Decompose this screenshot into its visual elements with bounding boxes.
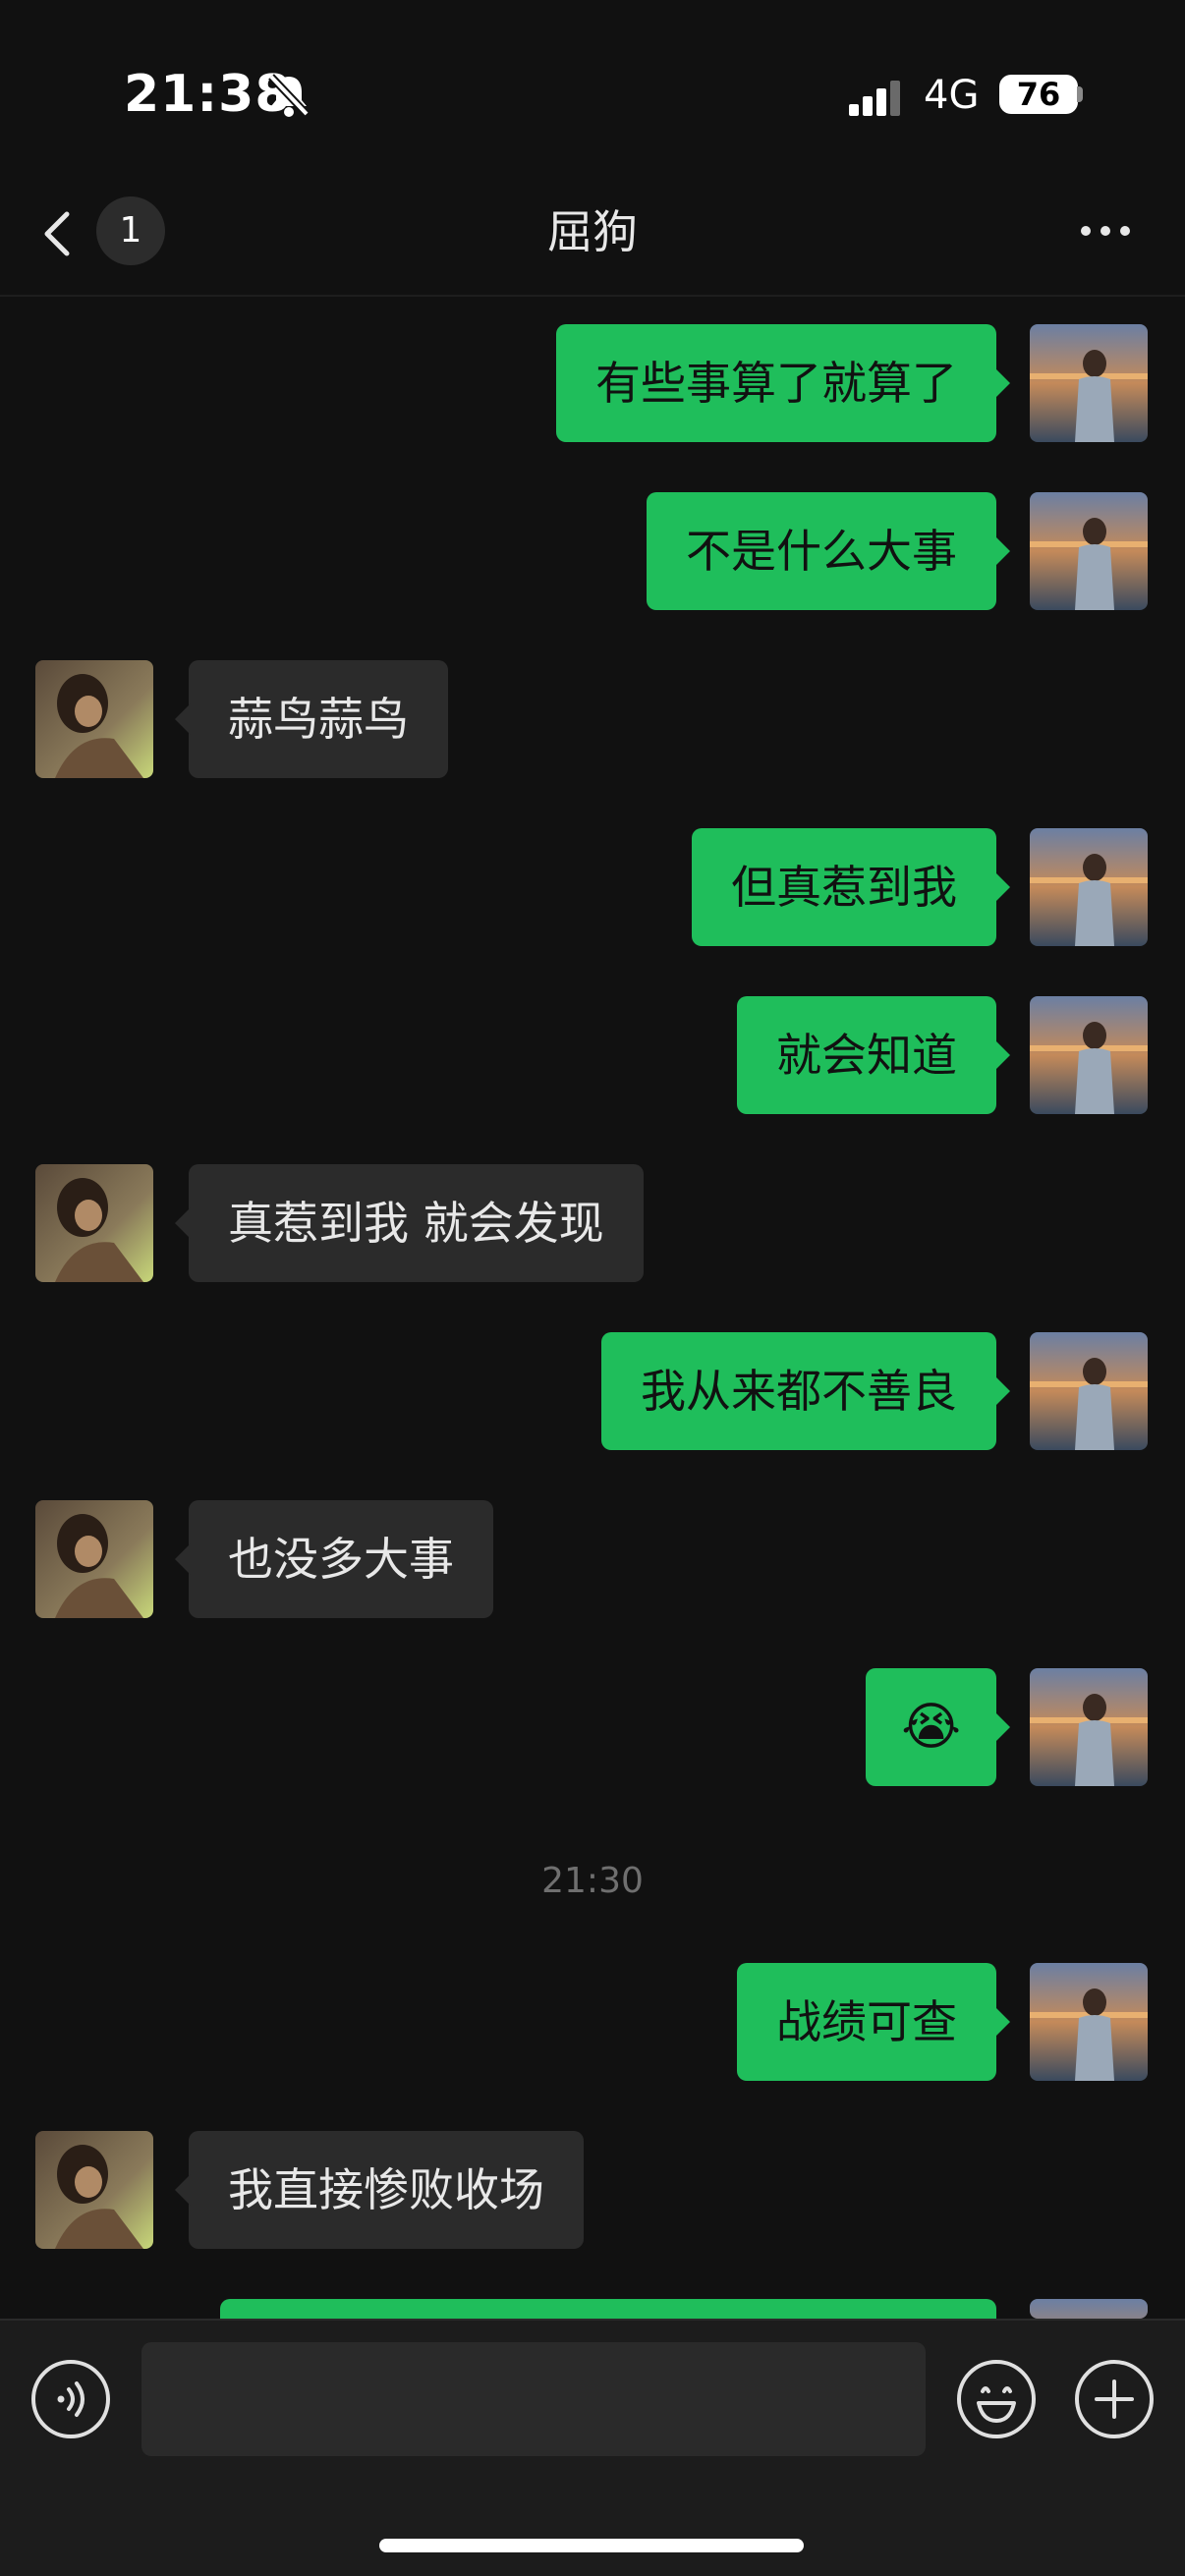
- unread-count-badge: 1: [96, 196, 165, 265]
- input-bar: [0, 2319, 1185, 2576]
- avatar-self-partial[interactable]: [1030, 2299, 1148, 2319]
- network-type: 4G: [924, 73, 980, 118]
- avatar-contact[interactable]: [35, 1500, 153, 1618]
- avatar-self[interactable]: [1030, 492, 1148, 610]
- avatar-contact-image: [35, 1500, 153, 1618]
- avatar-self-image: [1030, 2299, 1148, 2319]
- message-bubble-sent[interactable]: 我从来都不善良: [601, 1332, 1010, 1450]
- back-chevron-icon: [44, 211, 70, 256]
- avatar-self[interactable]: [1030, 1963, 1148, 2081]
- input-bar-divider: [0, 2319, 1185, 2321]
- chat-title: 屈狗: [547, 205, 638, 258]
- avatar-self-image: [1030, 1332, 1148, 1450]
- message-bubble-sent[interactable]: 就会知道: [737, 996, 1010, 1114]
- signal-icon: [849, 81, 900, 116]
- message-bubble-received[interactable]: 蒜鸟蒜鸟: [175, 660, 448, 778]
- message-bubble-sent[interactable]: 有些事算了就算了: [556, 324, 1010, 442]
- battery-tip: [1077, 86, 1083, 102]
- avatar-self[interactable]: [1030, 1332, 1148, 1450]
- battery-icon: 76: [999, 75, 1078, 114]
- more-dots-icon[interactable]: [1071, 206, 1140, 255]
- timestamp: 21:30: [541, 1861, 644, 1901]
- avatar-self-image: [1030, 324, 1148, 442]
- avatar-self-image: [1030, 996, 1148, 1114]
- avatar-contact-image: [35, 1164, 153, 1282]
- message-bubble-received[interactable]: 也没多大事: [175, 1500, 493, 1618]
- avatar-contact-image: [35, 2131, 153, 2249]
- message-bubble-sent[interactable]: 战绩可查: [737, 1963, 1010, 2081]
- plus-icon[interactable]: [1073, 2358, 1156, 2440]
- message-bubble-received[interactable]: 我直接惨败收场: [175, 2131, 584, 2249]
- avatar-self[interactable]: [1030, 324, 1148, 442]
- mute-bell-icon: [268, 74, 310, 117]
- message-bubble-sent[interactable]: 但真惹到我: [692, 828, 1010, 946]
- avatar-self-image: [1030, 492, 1148, 610]
- nav-divider: [0, 295, 1185, 297]
- home-indicator[interactable]: [379, 2539, 804, 2552]
- emoji-icon[interactable]: [955, 2358, 1038, 2440]
- status-bar: 21:38 4G 76: [0, 0, 1185, 177]
- message-bubble-sent[interactable]: 不是什么大事: [647, 492, 1010, 610]
- voice-icon[interactable]: [29, 2358, 112, 2440]
- avatar-contact[interactable]: [35, 2131, 153, 2249]
- status-time: 21:38: [124, 65, 292, 124]
- message-bubble-emoji[interactable]: 😭: [866, 1668, 1010, 1786]
- avatar-self-image: [1030, 828, 1148, 946]
- message-input[interactable]: [141, 2342, 926, 2456]
- message-bubble-received[interactable]: 真惹到我 就会发现: [175, 1164, 644, 1282]
- avatar-self-image: [1030, 1963, 1148, 2081]
- avatar-self[interactable]: [1030, 828, 1148, 946]
- avatar-self[interactable]: [1030, 996, 1148, 1114]
- avatar-contact-image: [35, 660, 153, 778]
- avatar-contact[interactable]: [35, 1164, 153, 1282]
- back-button[interactable]: 1: [39, 196, 177, 267]
- avatar-contact[interactable]: [35, 660, 153, 778]
- avatar-self-image: [1030, 1668, 1148, 1786]
- avatar-self[interactable]: [1030, 1668, 1148, 1786]
